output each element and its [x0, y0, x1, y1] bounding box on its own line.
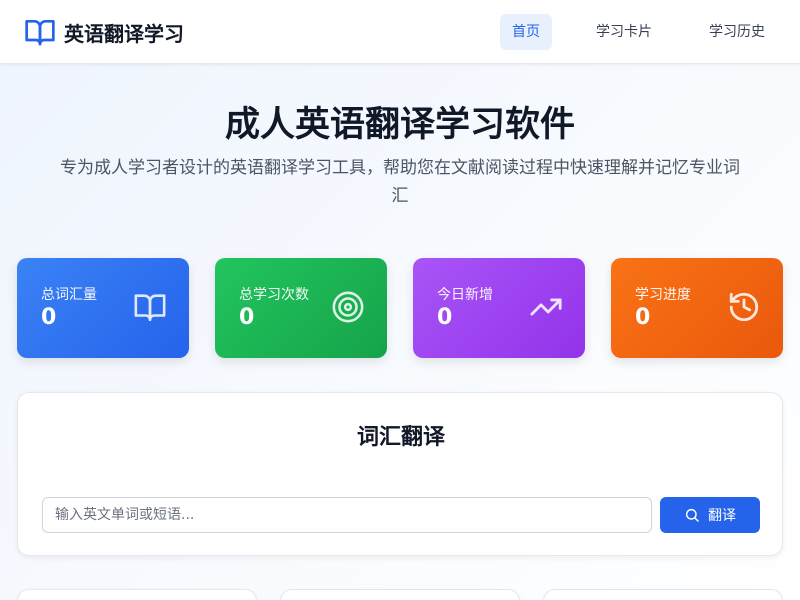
brand-title: 英语翻译学习: [64, 21, 184, 46]
page-subtitle: 专为成人学习者设计的英语翻译学习工具，帮助您在文献阅读过程中快速理解并记忆专业词…: [60, 158, 740, 206]
word-input[interactable]: [42, 497, 652, 533]
brand[interactable]: 英语翻译学习: [24, 16, 184, 48]
stat-value: 0: [437, 305, 453, 330]
stat-card-progress: 学习进度 0: [611, 258, 783, 358]
translate-panel-title: 词汇翻译: [356, 425, 445, 450]
page-title: 成人英语翻译学习软件: [224, 105, 575, 145]
book-open-icon: [134, 294, 166, 322]
top-navbar: 英语翻译学习 首页 学习卡片 学习历史: [0, 0, 800, 64]
stat-label: 学习进度: [635, 287, 691, 303]
translate-button[interactable]: 翻译: [660, 497, 760, 533]
stat-card-total-sessions: 总学习次数 0: [215, 258, 387, 358]
translate-button-label: 翻译: [708, 508, 736, 524]
nav-home-link[interactable]: 首页: [500, 14, 552, 50]
stat-value: 0: [239, 305, 255, 330]
stat-label: 总学习次数: [239, 287, 309, 303]
stat-value: 0: [635, 305, 651, 330]
feature-card: [543, 589, 783, 600]
stat-card-today-new: 今日新增 0: [413, 258, 585, 358]
feature-card: [17, 589, 257, 600]
history-icon: [729, 292, 759, 322]
stat-label: 总词汇量: [41, 287, 97, 303]
book-open-icon: [25, 20, 55, 46]
stat-card-total-vocab: 总词汇量 0: [17, 258, 189, 358]
feature-card: [280, 589, 520, 600]
nav-flashcards-link[interactable]: 学习卡片: [584, 14, 664, 50]
translate-panel: 词汇翻译 翻译: [17, 392, 783, 556]
trending-up-icon: [530, 298, 562, 316]
nav-history-link[interactable]: 学习历史: [697, 14, 777, 50]
stat-label: 今日新增: [437, 287, 493, 303]
search-icon: [685, 508, 699, 522]
stat-value: 0: [41, 305, 57, 330]
target-icon: [332, 291, 364, 323]
